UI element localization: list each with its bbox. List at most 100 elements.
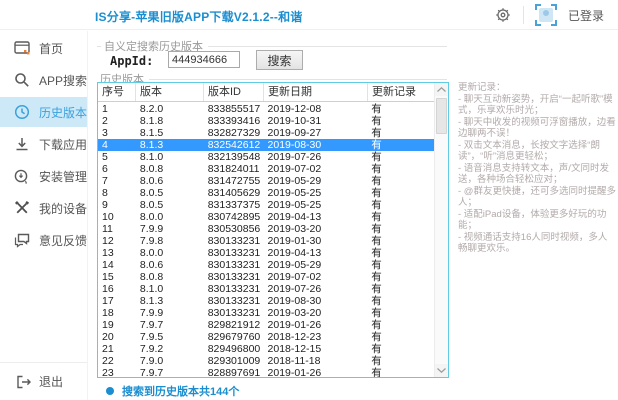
app-title: IS分享-苹果旧版APP下载V2.1.2--和谐	[95, 8, 303, 25]
table-cell: 有	[367, 127, 434, 139]
table-cell: 有	[367, 319, 434, 331]
table-cell: 22	[98, 355, 136, 367]
table-cell: 12	[98, 235, 136, 247]
table-cell: 8.0.5	[136, 187, 204, 199]
table-row[interactable]: 178.1.38301332312019-08-30有	[98, 295, 434, 307]
table-row[interactable]: 217.9.28294968002018-12-15有	[98, 343, 434, 355]
table-scrollbar[interactable]	[434, 83, 448, 377]
sidebar-item-feedback[interactable]: 意见反馈	[0, 225, 87, 255]
scan-corner-icon	[535, 20, 541, 26]
table-cell: 832827329	[204, 127, 264, 139]
table-cell: 831472755	[204, 175, 264, 187]
table-cell: 7.9.7	[136, 367, 204, 377]
table-row[interactable]: 108.0.08307428952019-04-13有	[98, 211, 434, 223]
scroll-down-icon[interactable]	[435, 364, 448, 377]
table-row[interactable]: 117.9.98305308562019-03-20有	[98, 223, 434, 235]
sidebar-item-label: APP搜索	[39, 72, 87, 89]
sidebar-item-home[interactable]: 首页	[0, 33, 87, 63]
table-cell: 有	[367, 367, 434, 377]
appid-input[interactable]	[168, 51, 240, 68]
table-header: 序号 版本 版本ID 更新日期 更新记录	[98, 83, 448, 102]
table-cell: 8.1.5	[136, 127, 204, 139]
app-header: IS分享-苹果旧版APP下载V2.1.2--和谐 已登录	[0, 0, 618, 30]
table-cell: 8.1.8	[136, 115, 204, 127]
table-cell: 7.9.9	[136, 307, 204, 319]
avatar[interactable]	[535, 4, 557, 26]
table-cell: 2019-05-25	[264, 199, 368, 211]
scroll-up-icon[interactable]	[435, 83, 448, 96]
sidebar-item-install-manage[interactable]: 安装管理	[0, 161, 87, 191]
table-cell: 21	[98, 343, 136, 355]
table-row[interactable]: 38.1.58328273292019-09-27有	[98, 127, 434, 139]
sidebar: 首页 APP搜索 历史版本 下载应用	[0, 31, 88, 400]
table-cell: 2019-05-29	[264, 175, 368, 187]
table-row[interactable]: 168.1.08301332312019-07-26有	[98, 283, 434, 295]
logout-icon	[16, 375, 31, 389]
table-cell: 8	[98, 187, 136, 199]
table-row[interactable]: 148.0.68301332312019-05-29有	[98, 259, 434, 271]
scan-corner-icon	[535, 4, 541, 10]
status-dot-icon	[106, 387, 114, 395]
table-cell: 2019-03-20	[264, 223, 368, 235]
table-cell: 2019-07-02	[264, 271, 368, 283]
table-row[interactable]: 28.1.88333934162019-10-31有	[98, 115, 434, 127]
search-button[interactable]: 搜索	[256, 50, 303, 70]
table-cell: 8.0.6	[136, 259, 204, 271]
sidebar-item-label: 安装管理	[39, 168, 87, 185]
table-cell: 2018-12-15	[264, 343, 368, 355]
table-row[interactable]: 18.2.08338555172019-12-08有	[98, 103, 434, 115]
logout-button[interactable]: 退出	[0, 362, 87, 400]
table-cell: 2019-05-29	[264, 259, 368, 271]
scrollbar-thumb[interactable]	[436, 98, 447, 134]
logout-label: 退出	[39, 373, 63, 390]
table-cell: 830133231	[204, 295, 264, 307]
update-note-line: - 适配iPad设备，体验更多好玩的功能；	[458, 209, 616, 232]
table-row[interactable]: 197.9.78298219122019-01-26有	[98, 319, 434, 331]
table-cell: 有	[367, 223, 434, 235]
sidebar-item-my-devices[interactable]: 我的设备	[0, 193, 87, 223]
table-cell: 2019-03-20	[264, 307, 368, 319]
table-cell: 9	[98, 199, 136, 211]
table-cell: 有	[367, 343, 434, 355]
sidebar-item-label: 我的设备	[39, 200, 87, 217]
table-cell: 829679760	[204, 331, 264, 343]
table-cell: 7.9.2	[136, 343, 204, 355]
result-count-text: 搜索到历史版本共144个	[122, 383, 239, 399]
scan-corner-icon	[551, 4, 557, 10]
table-cell: 833855517	[204, 103, 264, 115]
table-row[interactable]: 207.9.58296797602018-12-23有	[98, 331, 434, 343]
table-cell: 2019-04-13	[264, 247, 368, 259]
table-row[interactable]: 68.0.88318240112019-07-02有	[98, 163, 434, 175]
scan-corner-icon	[551, 20, 557, 26]
table-row[interactable]: 237.9.78288976912019-01-26有	[98, 367, 434, 377]
table-cell: 有	[367, 187, 434, 199]
table-row[interactable]: 227.9.08293010092018-11-18有	[98, 355, 434, 367]
table-cell: 8.0.0	[136, 247, 204, 259]
sidebar-item-label: 首页	[39, 40, 63, 57]
table-cell: 2	[98, 115, 136, 127]
sidebar-item-history-versions[interactable]: 历史版本	[0, 97, 87, 127]
table-cell: 8.2.0	[136, 103, 204, 115]
table-row[interactable]: 138.0.08301332312019-04-13有	[98, 247, 434, 259]
table-cell: 2019-08-30	[264, 139, 368, 151]
table-row[interactable]: 48.1.38325426122019-08-30有	[98, 139, 434, 151]
table-row[interactable]: 98.0.58313373752019-05-25有	[98, 199, 434, 211]
table-cell: 有	[367, 115, 434, 127]
table-cell: 7.9.7	[136, 319, 204, 331]
table-row[interactable]: 187.9.98301332312019-03-20有	[98, 307, 434, 319]
table-row[interactable]: 78.0.68314727552019-05-29有	[98, 175, 434, 187]
search-icon	[13, 72, 30, 89]
login-status-label[interactable]: 已登录	[568, 7, 604, 24]
table-cell: 828897691	[204, 367, 264, 377]
table-row[interactable]: 127.9.88301332312019-01-30有	[98, 235, 434, 247]
table-cell: 14	[98, 259, 136, 271]
table-row[interactable]: 158.0.88301332312019-07-02有	[98, 271, 434, 283]
table-cell: 有	[367, 271, 434, 283]
table-row[interactable]: 88.0.58314056292019-05-25有	[98, 187, 434, 199]
table-cell: 2019-07-02	[264, 163, 368, 175]
table-cell: 830133231	[204, 271, 264, 283]
sidebar-item-app-search[interactable]: APP搜索	[0, 65, 87, 95]
settings-gear-icon[interactable]	[494, 6, 512, 24]
table-row[interactable]: 58.1.08321395482019-07-26有	[98, 151, 434, 163]
sidebar-item-download-app[interactable]: 下载应用	[0, 129, 87, 159]
